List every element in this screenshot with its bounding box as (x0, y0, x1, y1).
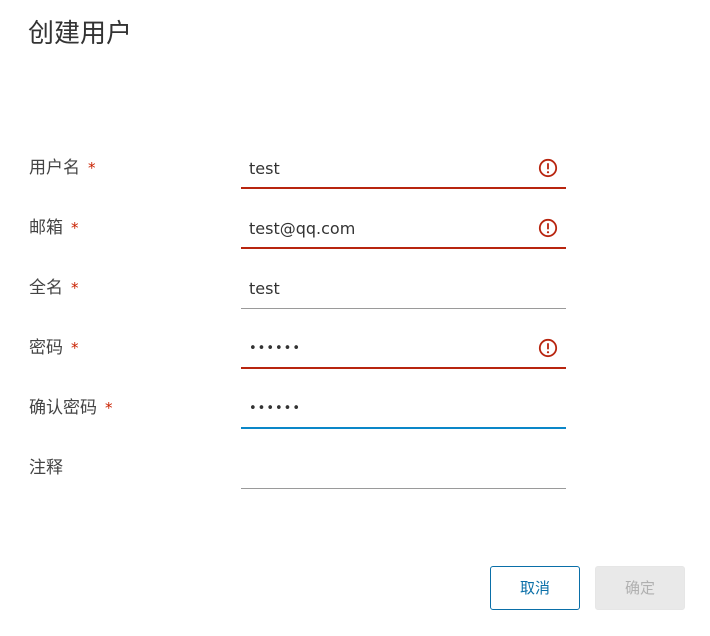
form-row-password: 密码 * (0, 329, 710, 369)
form-row-fullname: 全名 * (0, 269, 710, 309)
confirm-password-field (241, 389, 566, 429)
note-label: 注释 (29, 457, 63, 479)
password-label: 密码 * (29, 337, 79, 359)
email-input[interactable] (241, 209, 529, 247)
exclamation-circle-icon (538, 158, 558, 178)
form-row-confirm-password: 确认密码 * (0, 389, 710, 429)
confirm-password-input[interactable] (241, 389, 529, 427)
required-mark: * (71, 219, 79, 237)
fullname-label: 全名 * (29, 277, 79, 299)
create-user-dialog: 创建用户 用户名 * 邮箱 * 全名 * (0, 0, 710, 636)
exclamation-circle-icon (538, 218, 558, 238)
required-mark: * (71, 279, 79, 297)
cancel-button[interactable]: 取消 (490, 566, 580, 610)
username-label: 用户名 * (29, 157, 96, 179)
fullname-input[interactable] (241, 269, 529, 307)
username-label-text: 用户名 (29, 158, 80, 178)
password-field (241, 329, 566, 369)
fullname-label-text: 全名 (29, 278, 63, 298)
required-mark: * (88, 159, 96, 177)
note-label-text: 注释 (29, 458, 63, 478)
username-field (241, 149, 566, 189)
dialog-title: 创建用户 (28, 19, 133, 49)
username-input[interactable] (241, 149, 529, 187)
email-field (241, 209, 566, 249)
confirm-password-label-text: 确认密码 (29, 398, 97, 418)
fullname-field (241, 269, 566, 309)
password-label-text: 密码 (29, 338, 63, 358)
form-row-username: 用户名 * (0, 149, 710, 189)
required-mark: * (105, 399, 113, 417)
email-label: 邮箱 * (29, 217, 79, 239)
form-row-email: 邮箱 * (0, 209, 710, 249)
ok-button[interactable]: 确定 (595, 566, 685, 610)
form-row-note: 注释 (0, 449, 710, 489)
required-mark: * (71, 339, 79, 357)
exclamation-circle-icon (538, 338, 558, 358)
email-label-text: 邮箱 (29, 218, 63, 238)
note-field (241, 449, 566, 489)
confirm-password-label: 确认密码 * (29, 397, 113, 419)
password-input[interactable] (241, 329, 529, 367)
note-input[interactable] (241, 449, 529, 487)
